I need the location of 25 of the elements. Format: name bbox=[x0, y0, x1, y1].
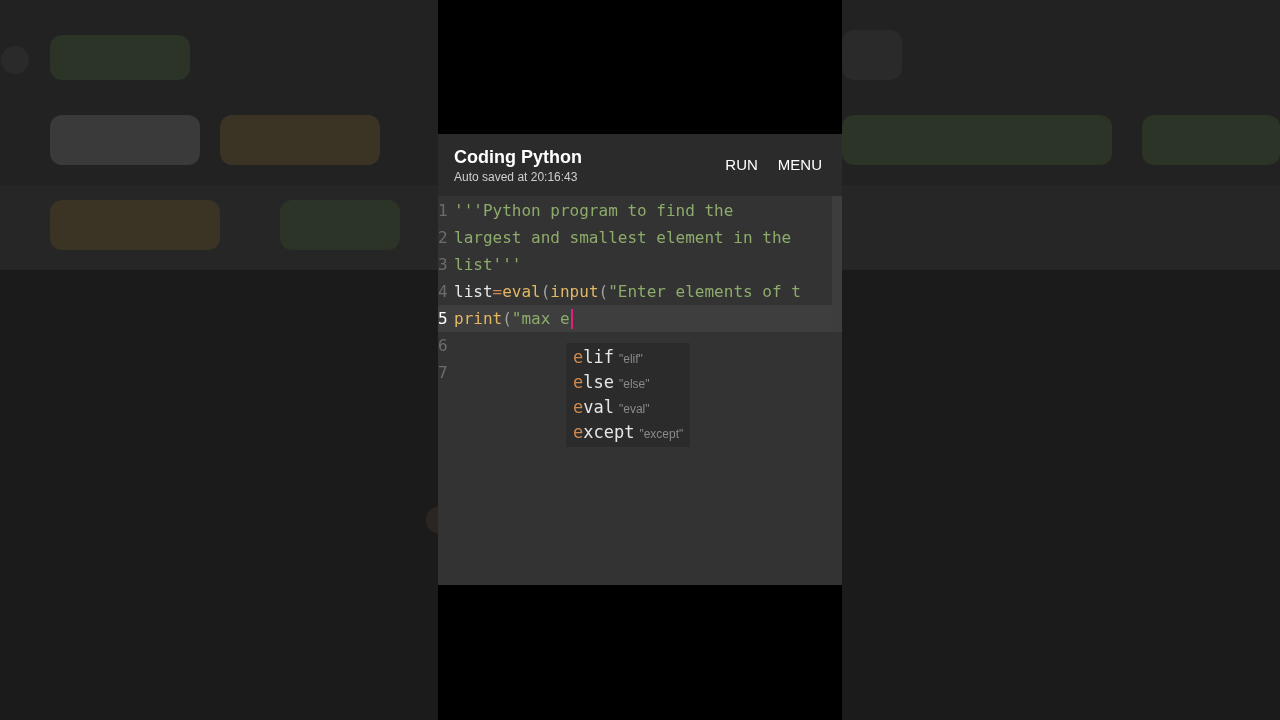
line-number: 5 bbox=[438, 307, 449, 330]
code-line: '''Python program to find the bbox=[454, 199, 734, 222]
suggestion-hint: "eval" bbox=[618, 401, 650, 418]
action-button[interactable]: MENU bbox=[769, 145, 830, 185]
line-number: 7 bbox=[438, 361, 449, 384]
suggestion-item[interactable]: else bbox=[573, 370, 614, 396]
autosave-status: Auto saved at 20:16:43 bbox=[454, 169, 579, 185]
line-number: 2 bbox=[438, 226, 449, 249]
code-line: largest and smallest element in the bbox=[454, 226, 792, 249]
line-number: 1 bbox=[438, 199, 449, 222]
code-line: list''' bbox=[454, 253, 522, 276]
suggestion-item[interactable]: eval bbox=[573, 395, 614, 421]
suggestion-hint: "elif" bbox=[618, 351, 643, 368]
suggestion-hint: "else" bbox=[618, 376, 650, 393]
suggestion-item[interactable]: except bbox=[573, 420, 635, 446]
text-cursor bbox=[570, 308, 573, 329]
suggestion-hint: "except" bbox=[639, 426, 684, 443]
line-number: 6 bbox=[438, 334, 449, 357]
code-line: print("max e bbox=[454, 307, 570, 330]
app-title: Coding Python bbox=[454, 146, 583, 169]
suggestion-item[interactable]: elif bbox=[573, 345, 614, 371]
line-number: 3 bbox=[438, 253, 449, 276]
code-line: list=eval(input("Enter elements of t bbox=[454, 280, 801, 303]
line-number: 4 bbox=[438, 280, 449, 303]
action-button[interactable]: RUN bbox=[717, 145, 766, 185]
